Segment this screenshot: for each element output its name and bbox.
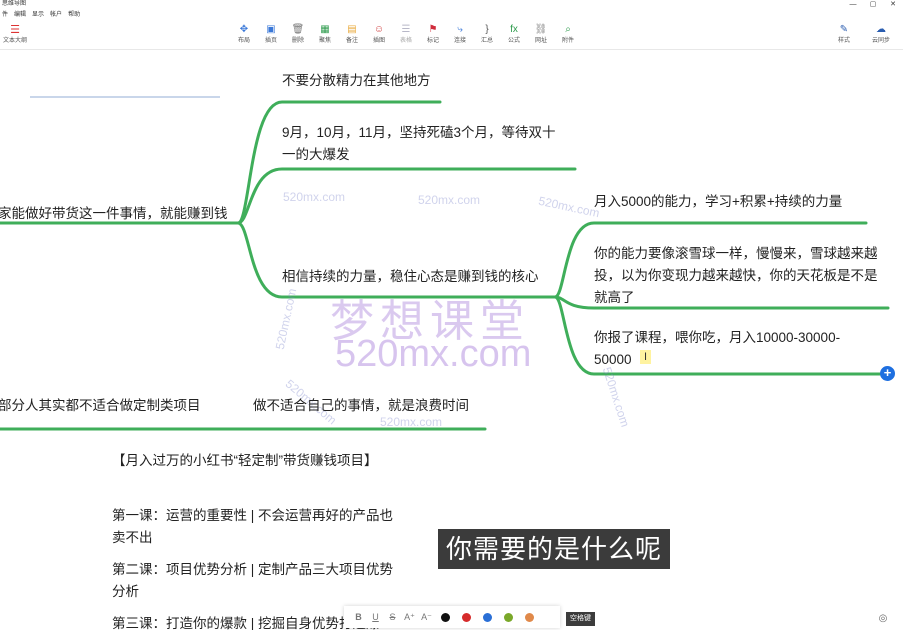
toolbar-button[interactable]: ✎ 样式 <box>829 22 859 48</box>
menu-help[interactable]: 帮助 <box>68 9 80 21</box>
branch-node-bottom[interactable]: 做不适合自己的事情，就是浪费时间 <box>253 395 469 417</box>
doc-heading: 【月入过万的小红书“轻定制”带货赚钱项目】 <box>112 453 378 468</box>
toolbar-button-label: 插页 <box>264 38 277 44</box>
connect-icon: ⤷ <box>457 24 463 35</box>
toolbar-button[interactable]: ⛓ 网址 <box>528 22 554 48</box>
add-node-button[interactable]: + <box>880 366 895 381</box>
window-title: 思维导图 <box>2 1 27 7</box>
toolbar-button[interactable]: ▣ 插页 <box>258 22 284 48</box>
strikethrough-button[interactable]: S <box>384 612 401 622</box>
sub-node-1[interactable]: 月入5000的能力，学习+积累+持续的力量 <box>594 191 842 213</box>
toolbar-button-label: 布局 <box>237 38 250 44</box>
text-cursor-icon: I <box>640 350 651 364</box>
toolbar-button-label: 聚焦 <box>318 38 331 44</box>
toolbar-button[interactable]: ▤ 备注 <box>339 22 365 48</box>
toolbar-button[interactable]: fx 公式 <box>501 22 527 48</box>
toolbar-button-label: 汇总 <box>480 38 493 44</box>
menu-edit[interactable]: 编辑 <box>14 9 26 21</box>
formula-icon: fx <box>510 24 518 35</box>
close-button[interactable]: ✕ <box>883 0 903 9</box>
color-swatch-black[interactable] <box>441 612 450 622</box>
trash-icon: 🗑 <box>291 24 305 35</box>
cloud-sync-icon: ☁ <box>876 24 886 35</box>
doc-lesson-3: 第三课：打造你的爆款 | 挖掘自身优势打造爆 <box>112 616 380 630</box>
toolbar-button-label: 附件 <box>561 38 574 44</box>
doc-lesson-2: 第二课：项目优势分析 | 定制产品三大项目优势分析 <box>112 562 394 599</box>
doc-lesson-1: 第一课：运营的重要性 | 不会运营再好的产品也卖不出 <box>112 508 394 545</box>
toolbar-button-label: 表格 <box>399 38 412 44</box>
note-icon: ▤ <box>347 24 357 35</box>
maximize-button[interactable]: ▢ <box>863 0 883 9</box>
brace-icon: } <box>485 24 489 35</box>
sticker-icon: ☺ <box>373 24 385 35</box>
root-node-bottom[interactable]: 部分人其实都不适合做定制类项目 <box>0 395 201 417</box>
image-icon: ▦ <box>320 24 330 35</box>
shortcut-badge: 空格键 <box>566 612 595 626</box>
toolbar-button[interactable]: } 汇总 <box>474 22 500 48</box>
title-bar: 思维导图 — ▢ ✕ <box>0 0 903 9</box>
connector-line <box>236 167 577 225</box>
toolbar-button[interactable]: ☰ 表格 <box>393 22 419 48</box>
branch-node-1[interactable]: 不要分散精力在其他地方 <box>282 70 431 92</box>
table-icon: ☰ <box>401 24 411 35</box>
toolbar-button-label: 标记 <box>426 38 439 44</box>
insert-icon: ▣ <box>266 24 276 35</box>
toolbar-button-label: 公式 <box>507 38 520 44</box>
branch-node-3[interactable]: 相信持续的力量，稳住心态是赚到钱的核心 <box>282 266 539 288</box>
window-controls: — ▢ ✕ <box>843 0 903 9</box>
outline-label: 文本大纲 <box>2 38 27 44</box>
list-icon: ☰ <box>10 24 20 36</box>
font-grow-button[interactable]: A⁺ <box>401 612 418 623</box>
toolbar-button[interactable]: ⚑ 标记 <box>420 22 446 48</box>
toolbar-button-label: 连接 <box>453 38 466 44</box>
menu-bar: 件 编辑 显示 帐户 帮助 <box>0 9 84 21</box>
toolbar-button-label: 样式 <box>837 38 850 44</box>
sub-node-2[interactable]: 你的能力要像滚雪球一样，慢慢来，雪球越来越投，以为你变现力越来越快，你的天花板是… <box>594 243 880 309</box>
color-swatch-green[interactable] <box>504 612 513 622</box>
mindmap-app-window: 思维导图 — ▢ ✕ 件 编辑 显示 帐户 帮助 ☰ 文本大纲 ✥ 布局 ▣ 插页 🗑 删… <box>0 0 903 630</box>
toolbar-button[interactable]: 🗑 删除 <box>285 22 311 48</box>
toolbar-button-label: 云同步 <box>871 38 890 44</box>
sub-node-3[interactable]: 你报了课程，喂你吃，月入10000-30000-50000 <box>594 327 866 371</box>
toolbar-button-label: 插图 <box>372 38 385 44</box>
minimize-button[interactable]: — <box>843 0 863 9</box>
toolbar-button[interactable]: ⤷ 连接 <box>447 22 473 48</box>
toolbar-button-label: 备注 <box>345 38 358 44</box>
toolbar: ☰ 文本大纲 ✥ 布局 ▣ 插页 🗑 删除 ▦ 聚焦 ▤ 备注 ☺ 插图 ☰ 表格 ⚑ 标记 ⤷ 连接} 汇总 fx 公… <box>0 21 903 50</box>
font-shrink-button[interactable]: A⁻ <box>418 612 435 623</box>
format-toolbar: B U S A⁺ A⁻ <box>344 606 560 628</box>
toolbar-button[interactable]: ☁ 云同步 <box>866 22 896 48</box>
flag-icon: ⚑ <box>428 24 438 35</box>
toolbar-button-label: 删除 <box>291 38 304 44</box>
color-swatch-red[interactable] <box>462 612 471 622</box>
toolbar-button[interactable]: ✥ 布局 <box>231 22 257 48</box>
style-brush-icon: ✎ <box>839 24 849 35</box>
outline-button[interactable]: ☰ 文本大纲 <box>2 22 28 48</box>
bold-button[interactable]: B <box>350 612 367 622</box>
underline-button[interactable]: U <box>367 612 384 622</box>
video-subtitle: 你需要的是什么呢 <box>438 529 671 569</box>
branch-node-2[interactable]: 9月，10月，11月，坚持死磕3个月，等待双十一的大爆发 <box>282 122 564 166</box>
move-icon: ✥ <box>239 24 249 35</box>
toolbar-button[interactable]: ▦ 聚焦 <box>312 22 338 48</box>
menu-view[interactable]: 显示 <box>32 9 44 21</box>
help-icon[interactable]: ◎ <box>876 612 890 626</box>
toolbar-button[interactable]: ⌕ 附件 <box>555 22 581 48</box>
toolbar-button[interactable]: ☺ 插图 <box>366 22 392 48</box>
attach-icon: ⌕ <box>565 24 571 35</box>
link-icon: ⛓ <box>534 24 548 35</box>
root-node-top[interactable]: 家能做好带货这一件事情，就能赚到钱 <box>0 203 228 225</box>
color-swatch-blue[interactable] <box>483 612 492 622</box>
toolbar-button-label: 网址 <box>534 38 547 44</box>
menu-file[interactable]: 件 <box>2 9 8 21</box>
color-swatch-orange[interactable] <box>525 612 534 622</box>
menu-account[interactable]: 帐户 <box>50 9 62 21</box>
